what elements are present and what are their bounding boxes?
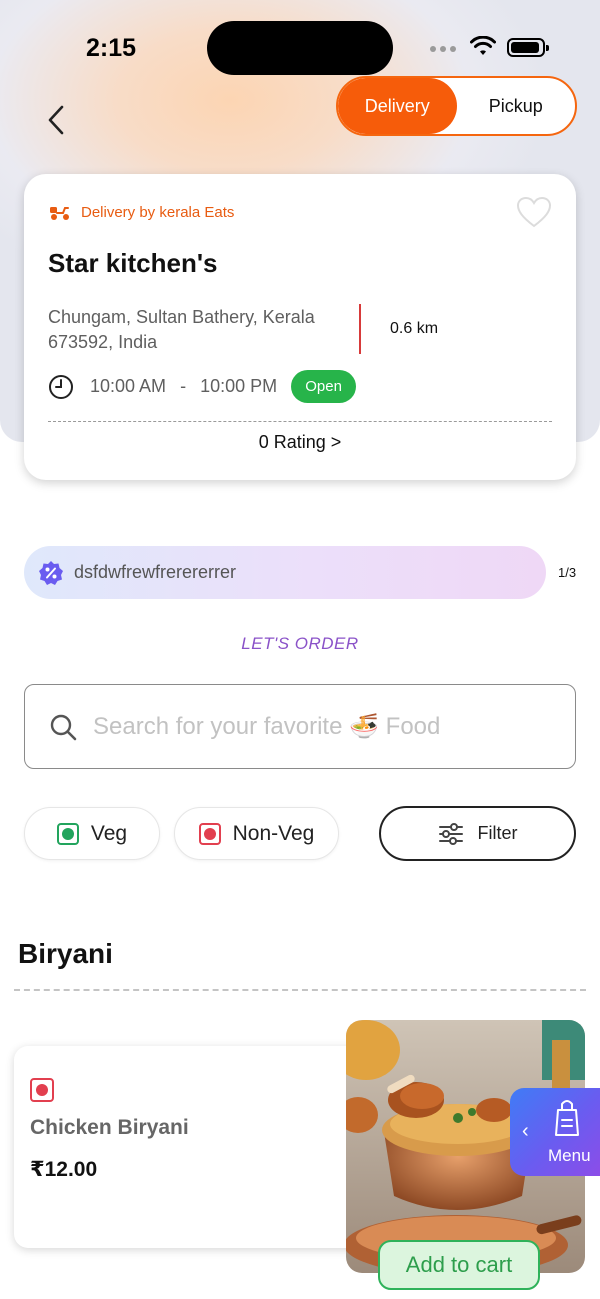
signal-icon <box>430 46 456 52</box>
close-time: 10:00 PM <box>200 376 278 396</box>
delivery-partner: Delivery by kerala Eats <box>49 204 234 221</box>
category-title: Biryani <box>18 938 113 969</box>
filter-label: Filter <box>477 823 518 843</box>
nonveg-filter-chip[interactable]: Non-Veg <box>174 807 339 860</box>
discount-badge-icon <box>39 560 63 585</box>
card-divider <box>48 421 552 422</box>
veg-label: Veg <box>90 821 128 845</box>
open-time: 10:00 AM <box>90 376 167 396</box>
battery-icon <box>507 38 549 57</box>
offer-banner[interactable]: dsfdwfrewfrerererrer <box>24 546 546 599</box>
category-divider <box>14 989 586 991</box>
veg-filter-chip[interactable]: Veg <box>24 807 160 860</box>
sliders-icon <box>438 822 463 845</box>
rating-link[interactable]: 0 Rating > <box>24 432 576 453</box>
search-box[interactable] <box>24 684 576 769</box>
delivery-tab[interactable]: Delivery <box>338 78 457 134</box>
nonveg-label: Non-Veg <box>232 821 315 845</box>
pickup-tab[interactable]: Pickup <box>457 78 576 134</box>
offer-text: dsfdwfrewfrerererrer <box>74 562 237 582</box>
status-time: 2:15 <box>86 34 137 62</box>
restaurant-address: Chungam, Sultan Bathery, Kerala 673592, … <box>48 307 315 352</box>
item-name: Chicken Biryani <box>30 1116 189 1139</box>
opening-hours: 10:00 AM - 10:00 PM Open <box>48 370 357 403</box>
chevron-left-icon: ‹ <box>522 1120 529 1142</box>
restaurant-name: Star kitchen's <box>48 248 218 278</box>
address-divider <box>359 304 361 354</box>
search-icon <box>50 714 77 740</box>
chevron-left-icon <box>48 105 64 135</box>
search-input[interactable] <box>93 712 533 741</box>
wifi-icon <box>470 36 496 55</box>
back-button[interactable] <box>40 100 72 140</box>
order-mode-toggle: Delivery Pickup <box>336 76 577 136</box>
restaurant-card: Delivery by kerala Eats Star kitchen's C… <box>24 174 576 480</box>
status-badge: Open <box>291 370 357 403</box>
dynamic-island <box>207 21 393 75</box>
menu-item-card[interactable]: Chicken Biryani ₹12.00 <box>14 1046 374 1248</box>
nonveg-indicator-icon <box>198 822 221 845</box>
clock-icon <box>49 374 73 399</box>
item-price: ₹12.00 <box>30 1158 98 1181</box>
restaurant-distance: 0.6 km <box>390 320 439 337</box>
hours-separator: - <box>180 376 187 396</box>
heart-icon[interactable] <box>516 196 552 229</box>
add-to-cart-button[interactable]: Add to cart <box>378 1240 540 1290</box>
scooter-icon <box>50 206 69 220</box>
nonveg-indicator-icon <box>30 1078 54 1102</box>
filter-button[interactable]: Filter <box>379 806 576 861</box>
veg-indicator-icon <box>56 822 79 845</box>
offer-counter: 1/3 <box>558 565 577 580</box>
menu-bag-icon <box>555 1100 579 1136</box>
menu-label: Menu <box>548 1146 591 1165</box>
menu-fab-button[interactable]: ‹ Menu <box>510 1088 600 1176</box>
delivery-partner-label: Delivery by kerala Eats <box>81 204 235 221</box>
lets-order-heading: LET'S ORDER <box>241 634 359 653</box>
